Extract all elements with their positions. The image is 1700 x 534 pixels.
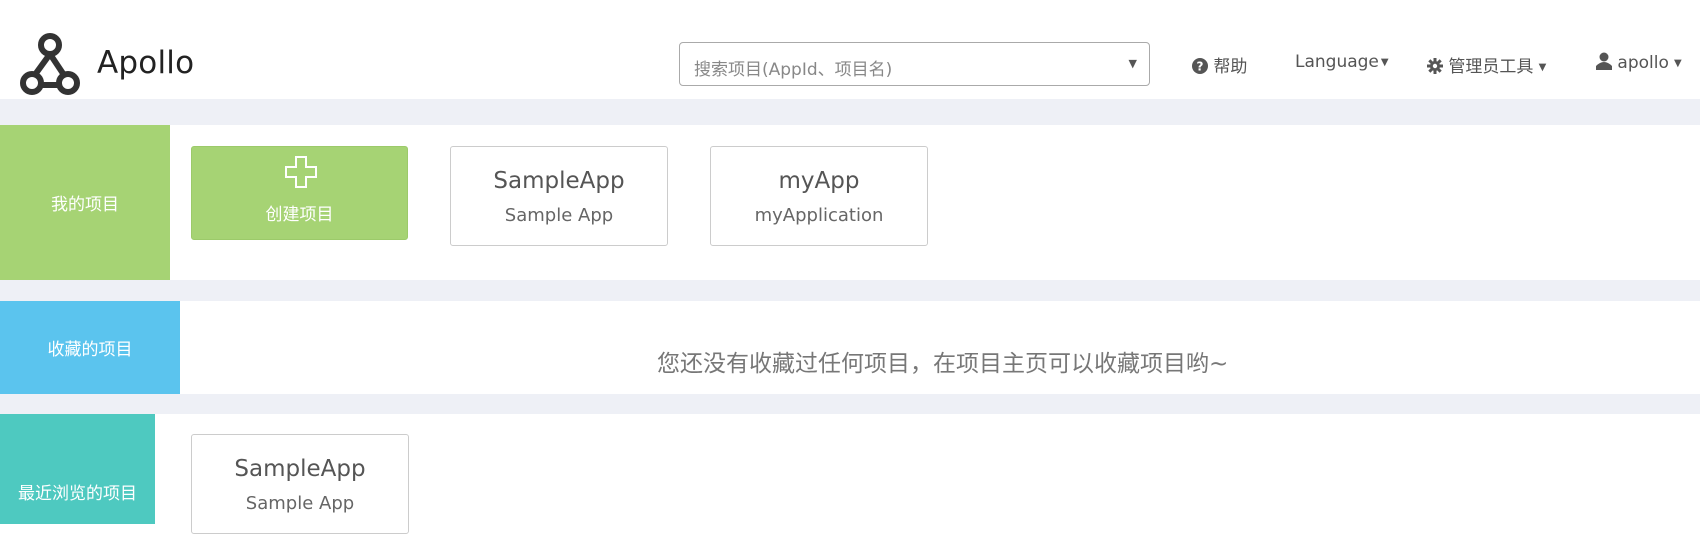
language-dropdown[interactable]: Language ▼ bbox=[1295, 52, 1389, 72]
user-name: apollo bbox=[1617, 53, 1669, 73]
app-name: myApp bbox=[778, 168, 860, 194]
app-name: SampleApp bbox=[234, 456, 366, 482]
user-icon bbox=[1596, 52, 1612, 70]
favorite-projects-label: 收藏的项目 bbox=[0, 301, 180, 394]
caret-down-icon: ▼ bbox=[1535, 62, 1547, 73]
admin-tools-dropdown[interactable]: 管理员工具 ▼ bbox=[1427, 52, 1546, 77]
top-navbar: Apollo 搜索项目(AppId、项目名) ▼ ? 帮助 Language ▼ … bbox=[0, 0, 1700, 99]
app-card[interactable]: myApp myApplication bbox=[710, 146, 928, 246]
project-search-select[interactable]: 搜索项目(AppId、项目名) ▼ bbox=[679, 42, 1150, 86]
apollo-logo[interactable]: Apollo bbox=[20, 31, 200, 99]
no-favorites-message: 您还没有收藏过任何项目，在项目主页可以收藏项目哟~ bbox=[657, 351, 1229, 377]
section-divider bbox=[0, 394, 1700, 414]
app-card[interactable]: SampleApp Sample App bbox=[450, 146, 668, 246]
help-label: 帮助 bbox=[1213, 57, 1248, 77]
dropdown-arrow-icon: ▼ bbox=[1128, 57, 1137, 70]
caret-down-icon: ▼ bbox=[1670, 58, 1682, 69]
favorite-projects-section: 收藏的项目 您还没有收藏过任何项目，在项目主页可以收藏项目哟~ bbox=[0, 301, 1700, 394]
page-band bbox=[0, 99, 1700, 125]
caret-down-icon: ▼ bbox=[1380, 57, 1389, 68]
app-card[interactable]: SampleApp Sample App bbox=[191, 434, 409, 534]
create-project-button[interactable]: 创建项目 bbox=[191, 146, 408, 240]
language-label: Language bbox=[1295, 52, 1379, 72]
app-description: Sample App bbox=[504, 205, 614, 226]
search-placeholder: 搜索项目(AppId、项目名) bbox=[694, 60, 893, 80]
gear-icon bbox=[1427, 58, 1443, 74]
section-divider bbox=[0, 280, 1700, 301]
app-description: Sample App bbox=[245, 493, 355, 514]
question-circle-icon: ? bbox=[1192, 58, 1208, 74]
app-name: SampleApp bbox=[493, 168, 625, 194]
recent-projects-title: 最近浏览的项目 bbox=[18, 484, 137, 504]
my-projects-title: 我的项目 bbox=[51, 195, 119, 215]
recent-projects-label: 最近浏览的项目 bbox=[0, 414, 155, 524]
plus-icon bbox=[285, 156, 317, 188]
brand-name: Apollo bbox=[97, 45, 195, 81]
my-projects-label: 我的项目 bbox=[0, 125, 170, 280]
user-dropdown[interactable]: apollo ▼ bbox=[1596, 52, 1682, 73]
help-link[interactable]: ? 帮助 bbox=[1192, 52, 1247, 77]
admin-tools-label: 管理员工具 bbox=[1448, 57, 1534, 77]
app-description: myApplication bbox=[754, 205, 884, 226]
apollo-logo-icon bbox=[20, 33, 80, 95]
favorite-projects-title: 收藏的项目 bbox=[47, 340, 133, 360]
svg-text:?: ? bbox=[1197, 60, 1204, 74]
create-project-label: 创建项目 bbox=[265, 205, 334, 225]
